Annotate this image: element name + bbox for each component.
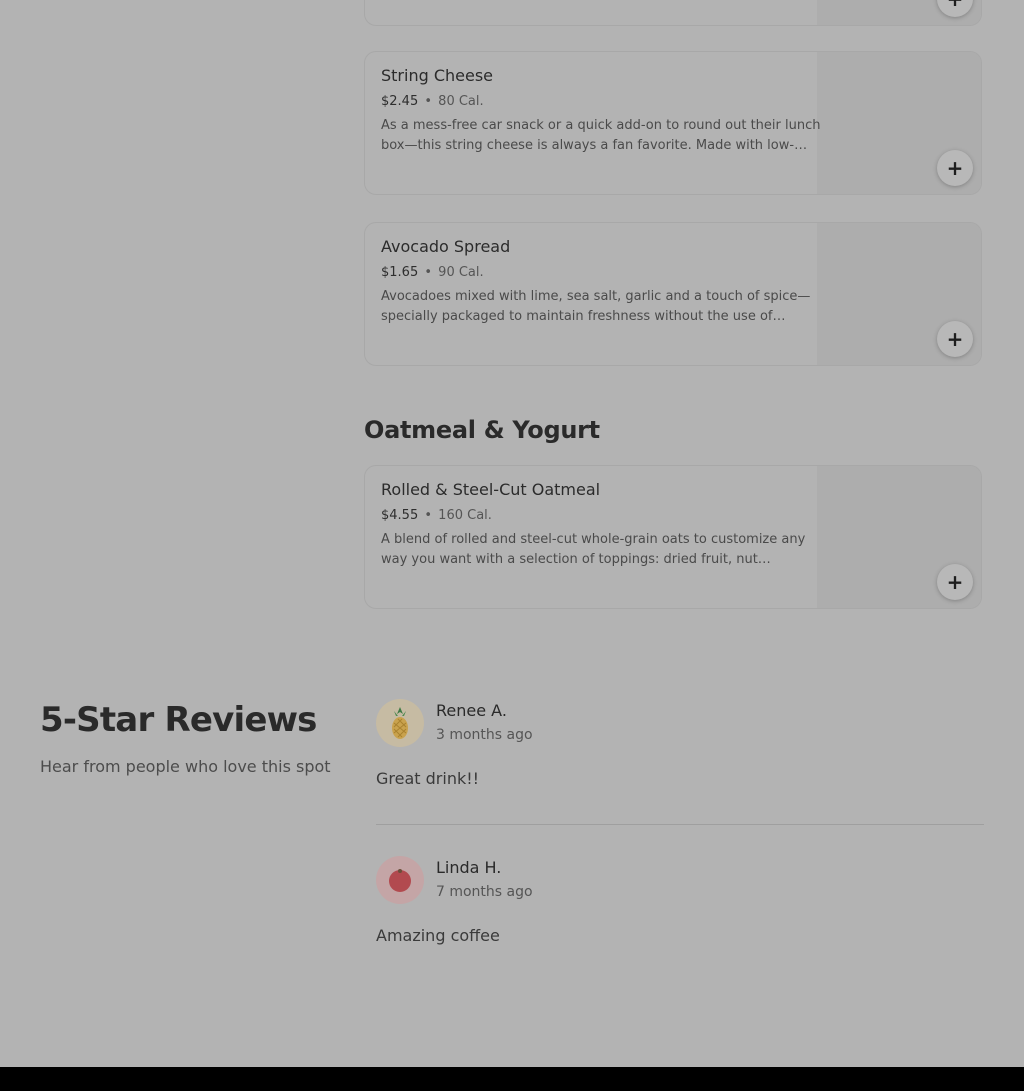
menu-item-meta: $1.65 • 90 Cal. <box>381 265 484 280</box>
menu-item-price: $1.65 <box>381 265 419 280</box>
menu-item-card-partial[interactable]: + <box>364 0 982 26</box>
review-text: Great drink!! <box>376 769 480 788</box>
menu-item-calories: 160 Cal. <box>438 508 492 523</box>
menu-item-card[interactable]: Rolled & Steel-Cut Oatmeal $4.55 • 160 C… <box>364 465 982 609</box>
menu-item-calories: 90 Cal. <box>438 265 484 280</box>
reviews-subtitle: Hear from people who love this spot <box>40 757 331 776</box>
menu-item-price: $2.45 <box>381 94 419 109</box>
add-item-button[interactable]: + <box>937 321 973 357</box>
menu-item-description: A blend of rolled and steel-cut whole-gr… <box>381 532 806 567</box>
meta-separator: • <box>424 508 433 523</box>
add-item-button[interactable]: + <box>937 150 973 186</box>
menu-item-card[interactable]: Avocado Spread $1.65 • 90 Cal. Avocadoes… <box>364 222 982 366</box>
menu-item-title: Rolled & Steel-Cut Oatmeal <box>381 480 601 499</box>
review-divider <box>376 824 984 825</box>
menu-item-price: $4.55 <box>381 508 419 523</box>
plus-icon: + <box>947 0 964 9</box>
reviews-title: 5-Star Reviews <box>40 700 317 740</box>
plus-icon: + <box>946 156 964 180</box>
pineapple-icon <box>392 707 408 739</box>
review-text: Amazing coffee <box>376 926 500 945</box>
menu-item-title: Avocado Spread <box>381 237 511 256</box>
avatar <box>376 856 424 904</box>
reviewer-name: Renee A. <box>436 701 507 720</box>
meta-separator: • <box>424 265 433 280</box>
tomato-icon <box>389 869 411 892</box>
menu-item-card[interactable]: String Cheese $2.45 • 80 Cal. As a mess-… <box>364 51 982 195</box>
menu-item-title: String Cheese <box>381 66 494 85</box>
add-item-button[interactable]: + <box>937 564 973 600</box>
plus-icon: + <box>946 327 964 351</box>
menu-item-meta: $4.55 • 160 Cal. <box>381 508 492 523</box>
menu-section-title: Oatmeal & Yogurt <box>364 416 600 444</box>
avatar <box>376 699 424 747</box>
menu-item-description: Avocadoes mixed with lime, sea salt, gar… <box>381 289 811 324</box>
review-timestamp: 7 months ago <box>436 884 533 900</box>
reviewer-name: Linda H. <box>436 858 502 877</box>
footer <box>0 1067 1024 1091</box>
meta-separator: • <box>424 94 433 109</box>
review-timestamp: 3 months ago <box>436 727 533 743</box>
plus-icon: + <box>946 570 964 594</box>
menu-item-description: As a mess-free car snack or a quick add-… <box>381 118 821 153</box>
menu-item-meta: $2.45 • 80 Cal. <box>381 94 484 109</box>
menu-item-calories: 80 Cal. <box>438 94 484 109</box>
